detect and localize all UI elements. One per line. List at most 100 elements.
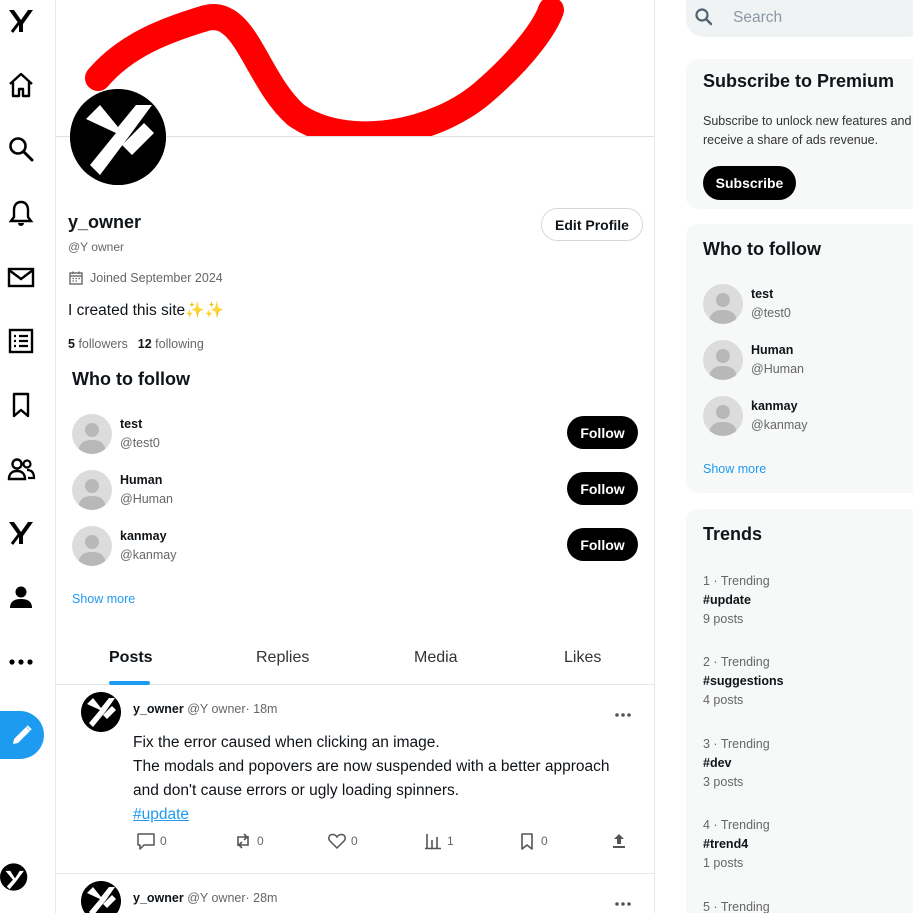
trend-hashtag[interactable]: #update [703,593,903,612]
post-actions: 0 0 0 1 0 [136,831,636,853]
share-icon [613,834,625,848]
tab-likes[interactable]: Likes [564,649,601,667]
user-handle: @Human [751,362,804,376]
bookmark-icon[interactable] [0,384,42,426]
more-icon[interactable] [0,640,42,682]
trend-hashtag[interactable]: #dev [703,756,903,775]
user-name: test [120,417,143,431]
views-button[interactable]: 1 [423,831,454,851]
user-name: kanmay [751,399,798,413]
search-bar[interactable]: Search [686,0,913,37]
user-name: Human [120,473,163,487]
premium-y-icon[interactable] [0,512,42,554]
profile-tabs: Posts Replies Media Likes [56,635,654,685]
user-handle: @test0 [120,436,160,450]
suggested-user[interactable]: Human @Human Follow [72,470,642,514]
list-icon[interactable] [0,320,42,362]
post-header: y_owner @Y owner· 28m [133,891,277,905]
user-handle: @test0 [751,306,791,320]
person-icon[interactable] [0,576,42,618]
post[interactable]: y_owner @Y owner· 18m Fix the error caus… [56,685,654,874]
repost-icon [237,833,249,849]
analytics-icon [425,834,441,850]
suggested-user[interactable]: test @test0 Follow [72,414,642,458]
tab-media[interactable]: Media [414,649,458,667]
post-avatar[interactable] [81,881,121,913]
pencil-icon [13,725,32,744]
joined-date: Joined September 2024 [68,270,223,286]
follow-button[interactable]: Follow [567,528,638,561]
trend-item[interactable]: 3 · Trending #dev 3 posts [703,737,903,794]
post-author[interactable]: y_owner [133,702,184,716]
follow-button[interactable]: Follow [567,472,638,505]
show-more-link[interactable]: Show more [703,462,766,476]
post-header: y_owner @Y owner· 18m [133,702,277,716]
home-icon[interactable] [0,64,42,106]
profile-name: y_owner [68,212,142,232]
suggested-user[interactable]: kanmay @kanmay Follow [72,526,642,570]
trend-hashtag[interactable]: #trend4 [703,837,903,856]
post-author[interactable]: y_owner [133,891,184,905]
following-link[interactable]: 12 following [138,337,204,351]
heart-icon [328,833,346,850]
search-icon[interactable] [0,128,42,170]
who-to-follow-title: Who to follow [703,239,821,259]
show-more-link[interactable]: Show more [72,592,135,606]
followers-link[interactable]: 5 followers [68,337,128,351]
user-handle: @kanmay [120,548,177,562]
repost-button[interactable]: 0 [233,831,264,851]
subscribe-button[interactable]: Subscribe [703,166,796,200]
compose-button[interactable] [0,711,44,759]
user-name: Human [751,343,794,357]
suggested-user[interactable]: kanmay @kanmay [703,396,903,438]
premium-line-1: Subscribe to unlock new features and [703,114,912,128]
user-name: test [751,287,774,301]
default-avatar [72,526,112,566]
default-avatar [703,284,743,324]
tab-posts[interactable]: Posts [109,649,153,667]
bookmark-button[interactable]: 0 [517,831,548,851]
default-avatar [703,396,743,436]
search-input[interactable]: Search [733,9,782,27]
profile-bio: I created this site✨✨ [68,302,224,319]
post-handle-time: @Y owner· 28m [187,891,278,905]
trend-item[interactable]: 5 · Trending [703,900,903,913]
logo-y-icon[interactable] [0,0,42,42]
post-text: Fix the error caused when clicking an im… [133,734,610,823]
follow-counts: 5 followers 12 following [68,337,204,351]
profile-main: Edit Profile y_owner @Y owner Joined Sep… [56,0,655,913]
tab-replies[interactable]: Replies [256,649,309,667]
account-avatar[interactable] [0,862,40,906]
premium-title: Subscribe to Premium [703,71,895,91]
people-icon[interactable] [0,448,42,490]
suggested-user[interactable]: Human @Human [703,340,903,382]
profile-avatar[interactable] [70,89,166,185]
trend-hashtag[interactable]: #suggestions [703,674,903,693]
trends-card: Trends 1 · Trending #update 9 posts 2 · … [686,509,913,913]
reply-button[interactable]: 0 [136,831,167,851]
edit-profile-button[interactable]: Edit Profile [541,208,643,241]
default-avatar [703,340,743,380]
default-avatar [72,470,112,510]
more-icon[interactable] [614,705,632,717]
default-avatar [72,414,112,454]
premium-line-2: receive a share of ads revenue. [703,133,879,147]
trend-item[interactable]: 4 · Trending #trend4 1 posts [703,818,903,875]
trend-item[interactable]: 2 · Trending #suggestions 4 posts [703,655,903,712]
share-button[interactable] [609,831,629,851]
premium-card: Subscribe to Premium Subscribe to unlock… [686,59,913,209]
user-handle: @kanmay [751,418,808,432]
mail-icon[interactable] [0,256,42,298]
trend-item[interactable]: 1 · Trending #update 9 posts [703,574,903,631]
post-avatar[interactable] [81,692,121,732]
post[interactable]: y_owner @Y owner· 28m [56,874,654,913]
suggested-user[interactable]: test @test0 [703,284,903,326]
who-to-follow-title: Who to follow [72,369,190,389]
hashtag-link[interactable]: #update [133,806,189,823]
bookmark-icon [521,833,533,850]
more-icon[interactable] [614,894,632,906]
follow-button[interactable]: Follow [567,416,638,449]
like-button[interactable]: 0 [327,831,358,851]
user-handle: @Human [120,492,173,506]
bell-icon[interactable] [0,192,42,234]
